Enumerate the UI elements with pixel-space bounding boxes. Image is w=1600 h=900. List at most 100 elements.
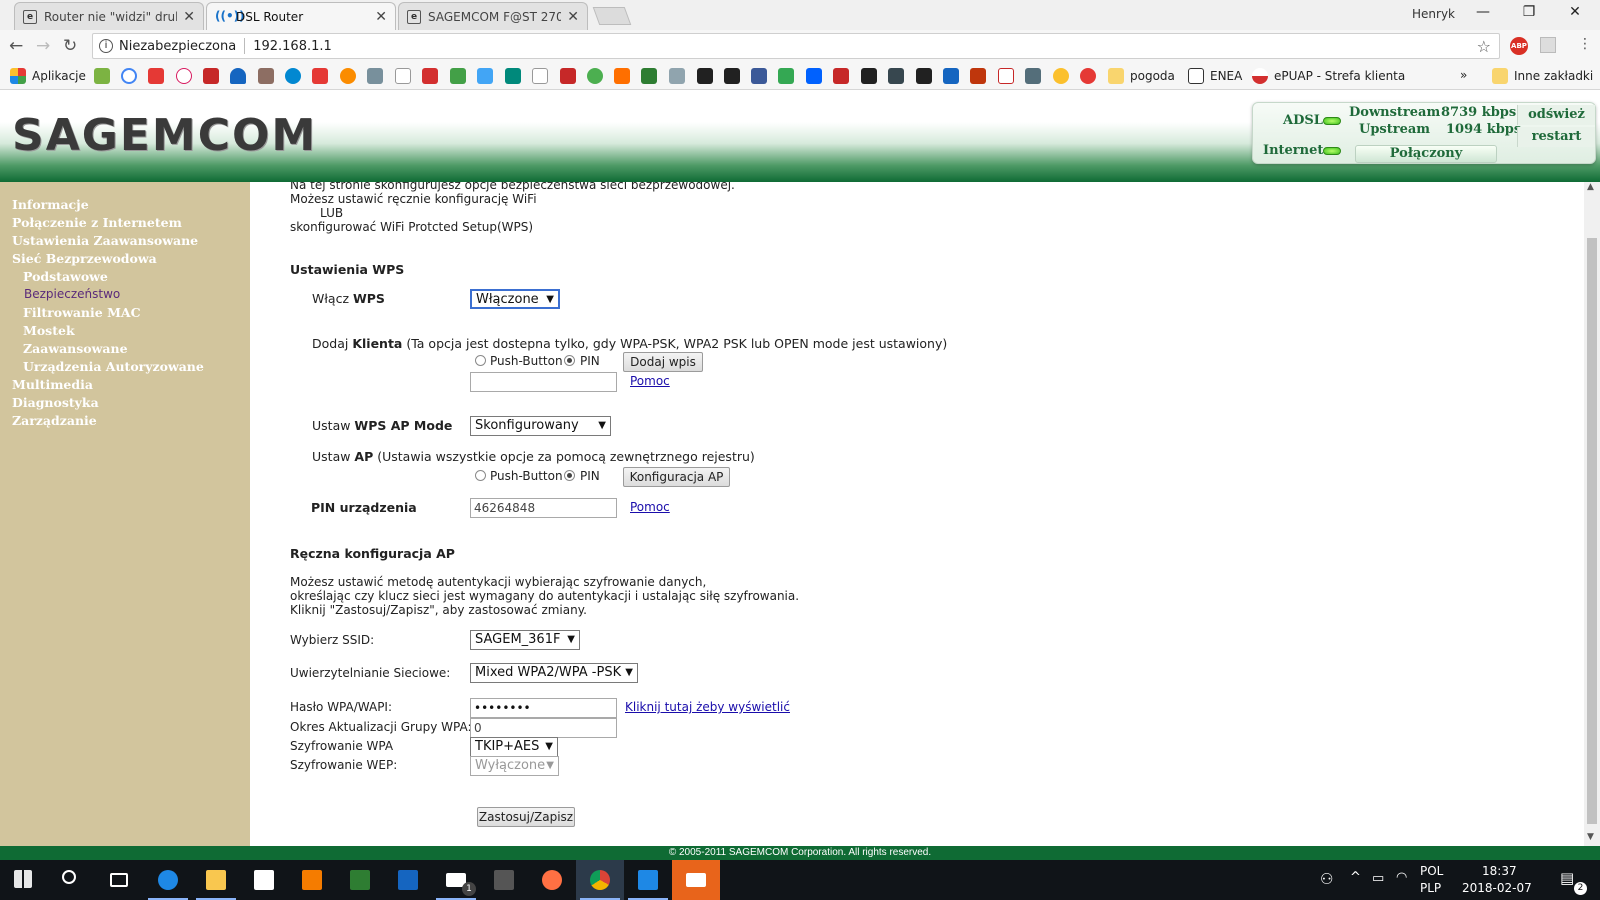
wifi-tray-icon[interactable]: ◠ <box>1396 870 1407 885</box>
minimize-icon[interactable]: — <box>1468 4 1498 20</box>
close-window-icon[interactable]: ✕ <box>1560 4 1590 20</box>
bookmark-icon[interactable] <box>724 68 740 84</box>
bookmark-icon[interactable] <box>669 68 685 84</box>
restore-icon[interactable]: ❐ <box>1514 4 1544 20</box>
amazon-icon[interactable] <box>614 68 630 84</box>
info-icon[interactable]: i <box>99 39 113 53</box>
push-button-radio[interactable] <box>475 355 486 366</box>
scroll-down-icon[interactable]: ▼ <box>1587 832 1594 842</box>
sidebar-item-podstawowe[interactable]: Podstawowe <box>23 269 108 284</box>
bookmark-pogoda[interactable]: pogoda <box>1108 68 1175 84</box>
taskbar-firefox[interactable] <box>528 860 576 900</box>
reload-icon[interactable]: ↻ <box>63 36 77 56</box>
bookmark-icon[interactable] <box>916 68 932 84</box>
bookmark-icon[interactable] <box>697 68 713 84</box>
bookmark-icon[interactable] <box>970 68 986 84</box>
taskbar-store[interactable] <box>240 860 288 900</box>
maps-icon[interactable] <box>450 68 466 84</box>
taskbar-word[interactable] <box>384 860 432 900</box>
bookmark-icon[interactable] <box>176 68 192 84</box>
help-link[interactable]: Pomoc <box>630 374 670 388</box>
new-tab-button[interactable] <box>592 7 632 25</box>
wpa-encryption-select[interactable]: TKIP+AES ▼ <box>470 737 558 757</box>
sidebar-item-informacje[interactable]: Informacje <box>12 197 89 212</box>
bookmark-icon[interactable] <box>340 68 356 84</box>
grid-icon[interactable] <box>312 68 328 84</box>
input-language[interactable]: POL <box>1420 864 1443 878</box>
forward-icon[interactable]: → <box>36 36 50 56</box>
notifications-icon[interactable]: ▤ <box>1560 869 1574 887</box>
taskbar-edge[interactable] <box>144 860 192 900</box>
tab-dsl-router[interactable]: ((•)) DSL Router ✕ <box>206 2 396 30</box>
sidebar-item-zarzadzanie[interactable]: Zarządzanie <box>12 413 97 428</box>
bookmark-icon[interactable] <box>861 68 877 84</box>
auth-select[interactable]: Mixed WPA2/WPA -PSK ▼ <box>470 663 638 683</box>
sidebar-item-urzadzenia-autoryzowane[interactable]: Urządzenia Autoryzowane <box>23 359 204 374</box>
adblock-icon[interactable]: ABP <box>1510 37 1528 55</box>
bookmark-enea[interactable]: ENEA <box>1188 68 1242 84</box>
task-view-button[interactable] <box>96 860 144 900</box>
group-interval-input[interactable]: 0 <box>470 718 617 738</box>
bookmark-icon[interactable] <box>641 68 657 84</box>
wp-icon[interactable] <box>203 68 219 84</box>
taskbar-chrome[interactable] <box>576 860 624 900</box>
bookmark-icon[interactable] <box>998 68 1014 84</box>
bookmarks-more-icon[interactable]: » <box>1460 68 1467 82</box>
device-pin-input[interactable]: 46264848 <box>470 498 617 518</box>
bookmark-epuap[interactable]: ePUAP - Strefa klienta <box>1252 68 1405 84</box>
taskbar-explorer[interactable] <box>192 860 240 900</box>
sidebar-item-filtrowanie-mac[interactable]: Filtrowanie MAC <box>23 305 141 320</box>
int-icon[interactable] <box>395 68 411 84</box>
people-icon[interactable]: ⚇ <box>1320 870 1333 888</box>
bookmark-icon[interactable] <box>560 68 576 84</box>
search-button[interactable] <box>48 860 96 900</box>
youtube-icon[interactable] <box>148 68 164 84</box>
close-icon[interactable]: ✕ <box>567 9 579 25</box>
sidebar-item-zaawansowane[interactable]: Zaawansowane <box>23 341 128 356</box>
save-button[interactable]: Zastosuj/Zapisz <box>477 807 575 827</box>
olx-icon[interactable] <box>532 68 548 84</box>
sidebar-item-siec-bezprzewodowa[interactable]: Sieć Bezprzewodowa <box>12 251 157 266</box>
scrollbar-thumb[interactable] <box>1587 238 1597 824</box>
tab-router-forum[interactable]: e Router nie "widzi" drukar ✕ <box>14 2 204 30</box>
clock-date[interactable]: 2018-02-07 <box>1462 881 1532 895</box>
bookmark-icon[interactable] <box>587 68 603 84</box>
taskbar-app3[interactable] <box>672 860 720 900</box>
bookmark-icon[interactable] <box>367 68 383 84</box>
back-icon[interactable]: ← <box>9 36 23 56</box>
page-scrollbar[interactable]: ▲ ▼ <box>1584 182 1600 846</box>
menu-icon[interactable]: ⋮ <box>1578 36 1592 52</box>
sidebar-item-diagnostyka[interactable]: Diagnostyka <box>12 395 99 410</box>
address-bar[interactable]: i Niezabezpieczona 192.168.1.1 ☆ <box>92 33 1500 59</box>
bookmark-star-icon[interactable]: ☆ <box>1477 37 1491 56</box>
show-password-link[interactable]: Kliknij tutaj żeby wyświetlić <box>625 700 790 714</box>
dropbox-icon[interactable] <box>806 68 822 84</box>
bookmark-apps[interactable]: Aplikacje <box>10 68 86 84</box>
bookmark-icon[interactable] <box>888 68 904 84</box>
refresh-button[interactable]: odśwież <box>1517 105 1595 125</box>
close-icon[interactable]: ✕ <box>375 9 387 25</box>
clock-time[interactable]: 18:37 <box>1482 864 1517 878</box>
facebook-icon[interactable] <box>751 68 767 84</box>
restart-button[interactable]: restart <box>1517 127 1595 147</box>
taskbar-media[interactable] <box>288 860 336 900</box>
bookmark-icon[interactable] <box>1025 68 1041 84</box>
bookmark-icon[interactable] <box>505 68 521 84</box>
translate-icon[interactable] <box>477 68 493 84</box>
play-icon[interactable] <box>778 68 794 84</box>
wep-encryption-select[interactable]: Wyłączone ▼ <box>470 756 559 776</box>
taskbar-mail[interactable]: 1 <box>432 860 480 900</box>
gl-icon[interactable] <box>422 68 438 84</box>
bookmark-other[interactable]: Inne zakładki <box>1492 68 1593 84</box>
battery-icon[interactable]: ▭ <box>1372 871 1384 886</box>
taskbar-excel[interactable] <box>336 860 384 900</box>
ap-push-button-radio[interactable] <box>475 470 486 481</box>
client-pin-input[interactable] <box>470 372 617 392</box>
wps-ap-mode-select[interactable]: Skonfigurowany ▼ <box>470 416 611 436</box>
sidebar-item-polaczenie[interactable]: Połączenie z Internetem <box>12 215 182 230</box>
bookmark-icon[interactable] <box>1080 68 1096 84</box>
sidebar-item-mostek[interactable]: Mostek <box>23 323 75 338</box>
sidebar-item-multimedia[interactable]: Multimedia <box>12 377 93 392</box>
pin-radio[interactable] <box>564 355 575 366</box>
sidebar-item-bezpieczenstwo[interactable]: Bezpieczeństwo <box>24 287 120 301</box>
